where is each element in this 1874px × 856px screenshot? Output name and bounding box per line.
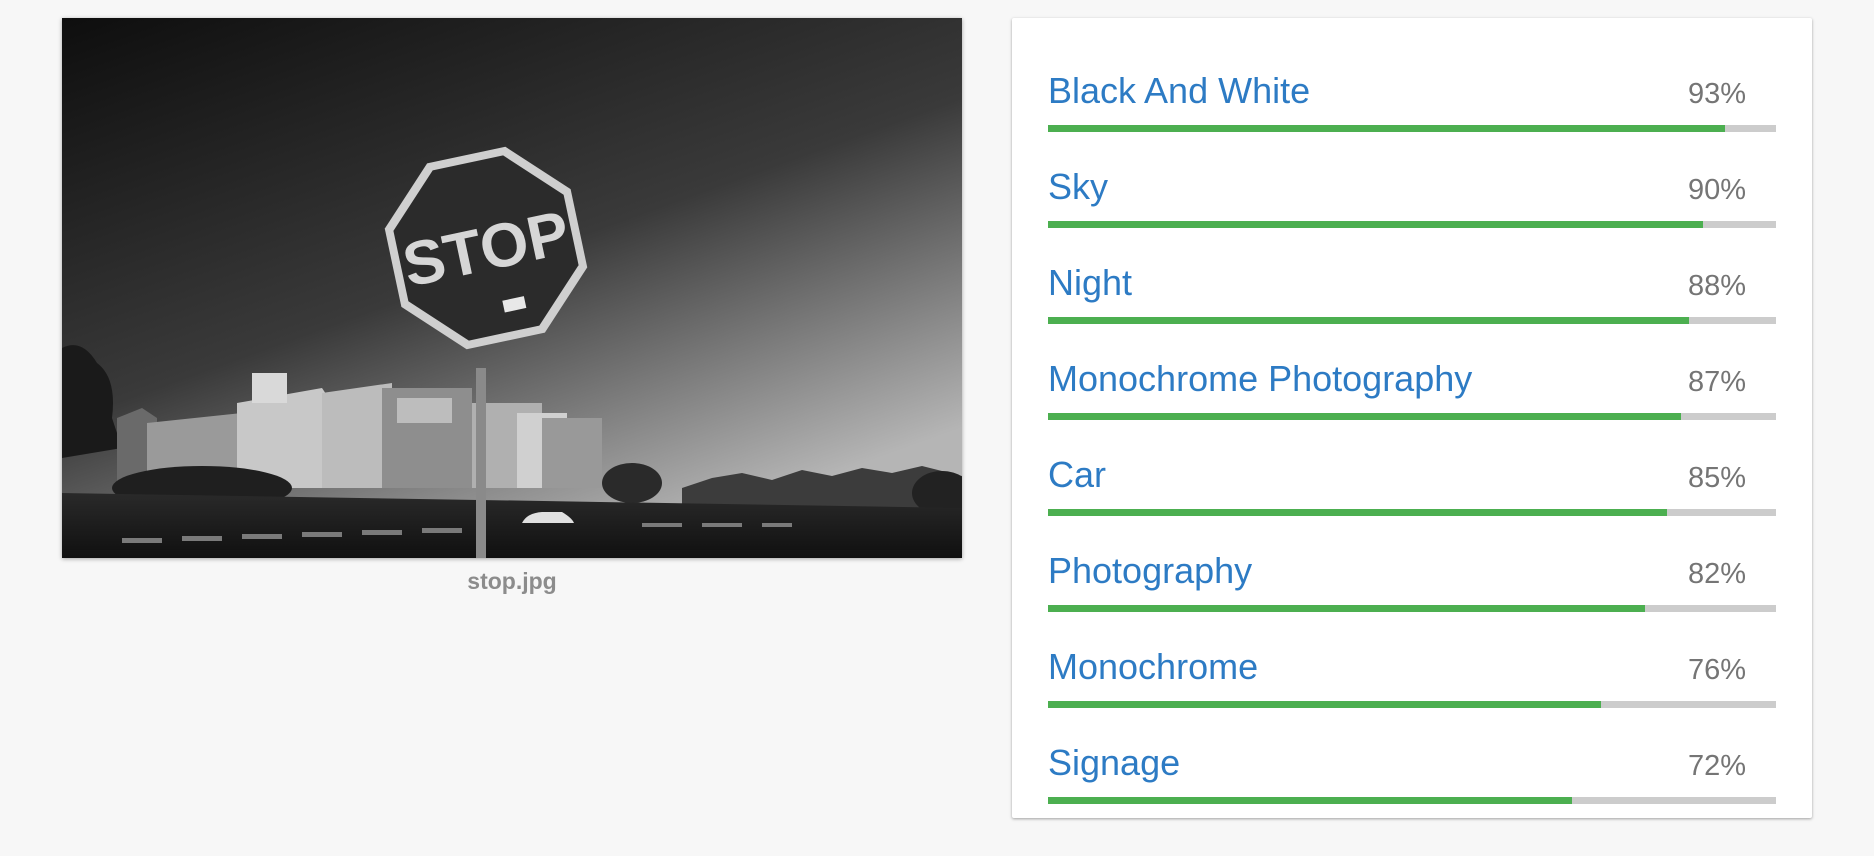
label-name: Black And White	[1048, 70, 1311, 111]
confidence-bar	[1048, 797, 1776, 804]
confidence-bar-fill	[1048, 413, 1682, 420]
label-row: Monochrome 76%	[1048, 646, 1776, 742]
label-score: 90%	[1687, 174, 1746, 206]
confidence-bar	[1048, 509, 1776, 516]
confidence-bar-fill	[1048, 317, 1689, 324]
page: STOP stop.jpg Black And White 93% Sky 90…	[0, 0, 1874, 856]
label-score: 87%	[1687, 366, 1746, 398]
label-row: Photography 82%	[1048, 550, 1776, 646]
confidence-bar-fill	[1048, 797, 1573, 804]
label-name: Photography	[1048, 550, 1253, 591]
label-row: Night 88%	[1048, 262, 1776, 358]
label-name: Night	[1048, 262, 1133, 303]
label-score: 76%	[1687, 654, 1746, 686]
label-row: Sky 90%	[1048, 166, 1776, 262]
confidence-bar	[1048, 221, 1776, 228]
confidence-bar	[1048, 701, 1776, 708]
confidence-bar-fill	[1048, 701, 1602, 708]
label-name: Sky	[1048, 166, 1109, 207]
label-score: 82%	[1687, 558, 1746, 590]
label-name: Car	[1048, 454, 1107, 495]
label-row: Monochrome Photography 87%	[1048, 358, 1776, 454]
label-score: 88%	[1687, 270, 1746, 302]
label-row: Car 85%	[1048, 454, 1776, 550]
image-panel: STOP stop.jpg	[62, 18, 962, 595]
confidence-bar-fill	[1048, 509, 1667, 516]
confidence-bar-fill	[1048, 125, 1726, 132]
label-row: Signage 72%	[1048, 742, 1776, 838]
image-filename: stop.jpg	[467, 568, 557, 594]
confidence-bar	[1048, 605, 1776, 612]
label-name: Monochrome	[1048, 646, 1259, 687]
label-score: 72%	[1687, 750, 1746, 782]
confidence-bar	[1048, 413, 1776, 420]
confidence-bar-fill	[1048, 605, 1645, 612]
stop-sign-photo: STOP	[62, 18, 962, 558]
labels-card: Black And White 93% Sky 90% Night 88% Mo…	[1012, 18, 1812, 818]
label-name: Signage	[1048, 742, 1181, 783]
label-list: Black And White 93% Sky 90% Night 88% Mo…	[1048, 70, 1776, 838]
label-score: 93%	[1687, 78, 1746, 110]
label-score: 85%	[1687, 462, 1746, 494]
label-name: Monochrome Photography	[1048, 358, 1473, 399]
confidence-bar-fill	[1048, 221, 1704, 228]
label-row: Black And White 93%	[1048, 70, 1776, 166]
confidence-bar	[1048, 125, 1776, 132]
confidence-bar	[1048, 317, 1776, 324]
